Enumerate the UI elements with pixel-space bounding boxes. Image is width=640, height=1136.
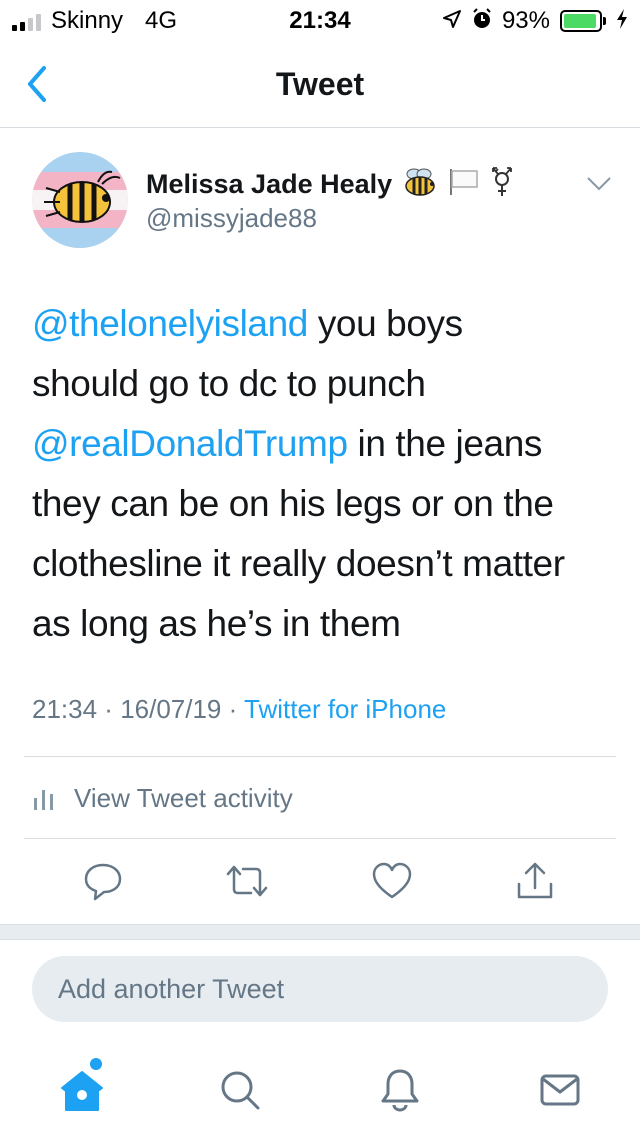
tweet-date: 16/07/19 [120,694,222,724]
bar-chart-icon [34,790,53,810]
meta-separator: · [221,694,245,724]
like-button[interactable] [367,856,417,906]
page-title: Tweet [275,66,365,102]
tweet-meta: 21:34 · 16/07/19 · Twitter for iPhone [32,694,446,725]
tweet-line-text: clothesline it really doesn’t matter [32,543,565,584]
tweet-source-link[interactable]: Twitter for iPhone [244,694,446,724]
retweet-icon [226,865,268,897]
messages-icon [540,1074,580,1106]
tab-home[interactable] [52,1058,112,1120]
location-arrow-icon [442,9,462,34]
tab-messages[interactable] [530,1060,590,1120]
transgender-symbol-icon [490,166,514,203]
tweet-line: should go to dc to punch [32,354,622,414]
mention-link[interactable]: @realDonaldTrump [32,423,348,464]
new-content-dot [90,1058,102,1070]
share-button[interactable] [510,856,560,906]
avatar[interactable] [32,152,128,248]
home-icon [61,1071,103,1111]
mention-link[interactable]: @thelonelyisland [32,303,308,344]
retweet-button[interactable] [222,856,272,906]
status-bar: Skinny 4G 21:34 93% [0,0,640,40]
tweet-line: they can be on his legs or on the [32,474,622,534]
charging-bolt-icon [616,8,628,34]
author-name-row[interactable]: Melissa Jade Healy [146,166,514,203]
tweet-line: clothesline it really doesn’t matter [32,534,622,594]
like-icon [372,862,412,899]
battery-icon [560,10,606,32]
tweet-line: @realDonaldTrump in the jeans [32,414,622,474]
tweet-line-text: they can be on his legs or on the [32,483,554,524]
battery-level-fill [564,14,596,28]
battery-percent: 93% [501,7,550,34]
divider [24,756,616,757]
author-display-name: Melissa Jade Healy [146,169,393,199]
section-separator [0,924,640,940]
nav-bar: Tweet [0,40,640,128]
activity-label: View Tweet activity [74,782,293,813]
author-handle[interactable]: @missyjade88 [146,203,317,234]
meta-separator: · [97,694,121,724]
tweet-line-text: as long as he’s in them [32,603,401,644]
tweet-line-text: in the jeans [347,423,543,464]
tweet-line: as long as he’s in them [32,594,622,654]
more-options-button[interactable] [586,176,612,192]
tweet-time: 21:34 [32,694,98,724]
divider [24,838,616,839]
tweet-text: @thelonelyisland you boys should go to d… [32,294,622,654]
reply-button[interactable] [78,856,128,906]
view-tweet-activity-button[interactable]: View Tweet activity [32,778,293,818]
notifications-icon [381,1069,419,1112]
white-flag-emoji-icon [448,167,480,202]
search-icon [221,1071,260,1110]
reply-placeholder: Add another Tweet [58,973,285,1004]
tab-bar [0,1040,640,1136]
reply-icon [84,863,122,901]
share-icon [517,862,553,899]
tab-search[interactable] [210,1060,270,1120]
add-another-tweet-input[interactable]: Add another Tweet [32,956,608,1022]
tweet-line: @thelonelyisland you boys [32,294,622,354]
tweet-line-text: should go to dc to punch [32,363,426,404]
tab-notifications[interactable] [370,1060,430,1120]
chevron-down-icon [587,177,611,191]
bee-emoji-icon [402,166,438,203]
tweet-line-text: you boys [307,303,463,344]
alarm-icon [472,7,492,35]
reply-area: Add another Tweet [0,940,640,1038]
status-right: 93% [442,7,628,35]
tweet-actions [0,856,640,906]
